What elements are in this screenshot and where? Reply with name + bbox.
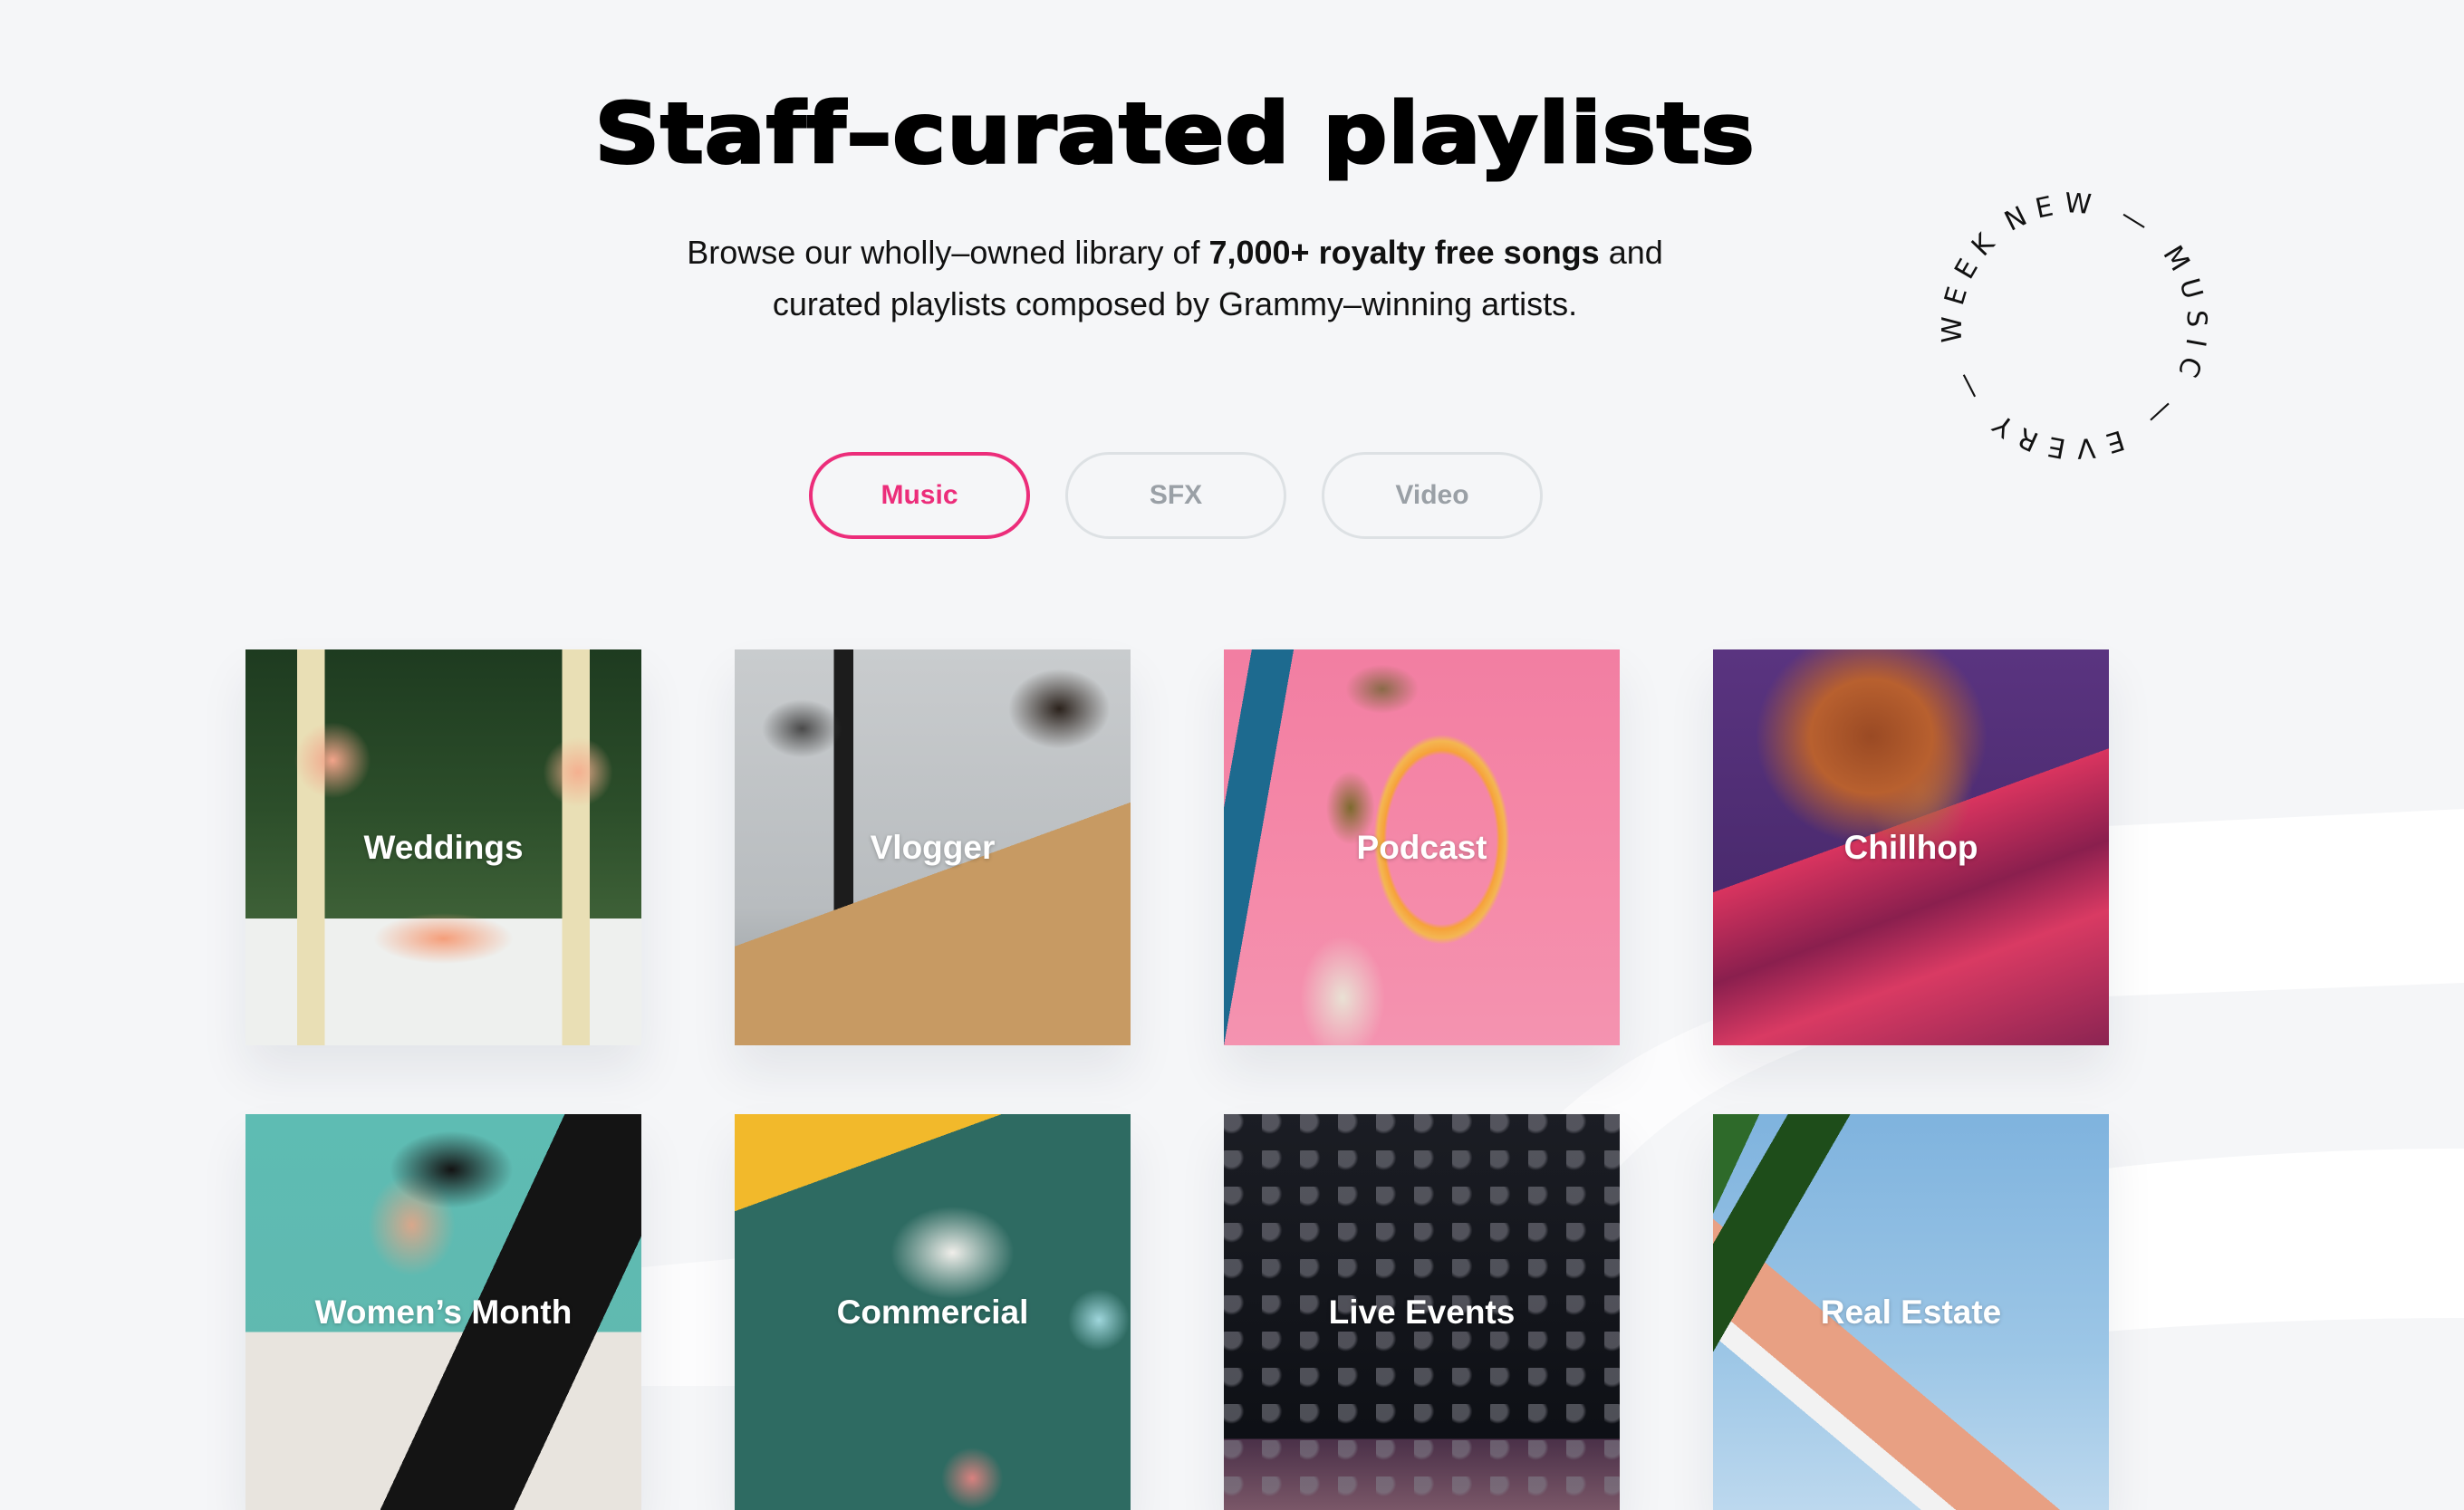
- swoosh-band-upper: [2106, 809, 2464, 996]
- svg-text:NEW — MUSIC — EVERY — WEEK —: NEW — MUSIC — EVERY — WEEK —: [1939, 186, 2210, 466]
- playlist-card-weddings[interactable]: Weddings: [245, 649, 641, 1045]
- playlist-card-label: Vlogger: [870, 828, 996, 866]
- playlist-card-live-events[interactable]: Live Events: [1224, 1114, 1620, 1510]
- subtitle-highlight: 7,000+ royalty free songs: [1208, 234, 1600, 271]
- playlist-card-label: Real Estate: [1820, 1293, 2002, 1331]
- playlist-card-real-estate[interactable]: Real Estate: [1713, 1114, 2109, 1510]
- playlist-card-commercial[interactable]: Commercial: [735, 1114, 1131, 1510]
- media-type-tabs: Music SFX Video: [809, 452, 1543, 539]
- page-title: Staff–curated playlists: [593, 84, 1756, 184]
- playlist-card-label: Commercial: [836, 1293, 1029, 1331]
- new-music-every-week-badge: NEW — MUSIC — EVERY — WEEK —: [1939, 186, 2210, 466]
- playlist-card-label: Live Events: [1328, 1293, 1516, 1331]
- tab-music[interactable]: Music: [809, 452, 1030, 539]
- playlist-grid: Weddings Vlogger Podcast Chillhop Women’…: [245, 649, 2109, 1510]
- playlist-card-label: Podcast: [1356, 828, 1487, 866]
- playlist-card-podcast[interactable]: Podcast: [1224, 649, 1620, 1045]
- playlist-card-womens-month[interactable]: Women’s Month: [245, 1114, 641, 1510]
- playlist-card-label: Weddings: [363, 828, 524, 866]
- badge-circular-text: NEW — MUSIC — EVERY — WEEK —: [1939, 186, 2210, 466]
- tab-video[interactable]: Video: [1322, 452, 1543, 539]
- subtitle-line2: curated playlists composed by Grammy–win…: [772, 285, 1578, 322]
- subtitle-prefix: Browse our wholly–owned library of: [687, 234, 1209, 271]
- swoosh-band-lower: [2106, 1149, 2464, 1332]
- playlist-card-label: Chillhop: [1843, 828, 1978, 866]
- playlist-card-chillhop[interactable]: Chillhop: [1713, 649, 2109, 1045]
- tab-sfx[interactable]: SFX: [1065, 452, 1286, 539]
- playlist-card-vlogger[interactable]: Vlogger: [735, 649, 1131, 1045]
- subtitle-suffix: and: [1599, 234, 1663, 271]
- playlist-card-label: Women’s Month: [314, 1293, 573, 1331]
